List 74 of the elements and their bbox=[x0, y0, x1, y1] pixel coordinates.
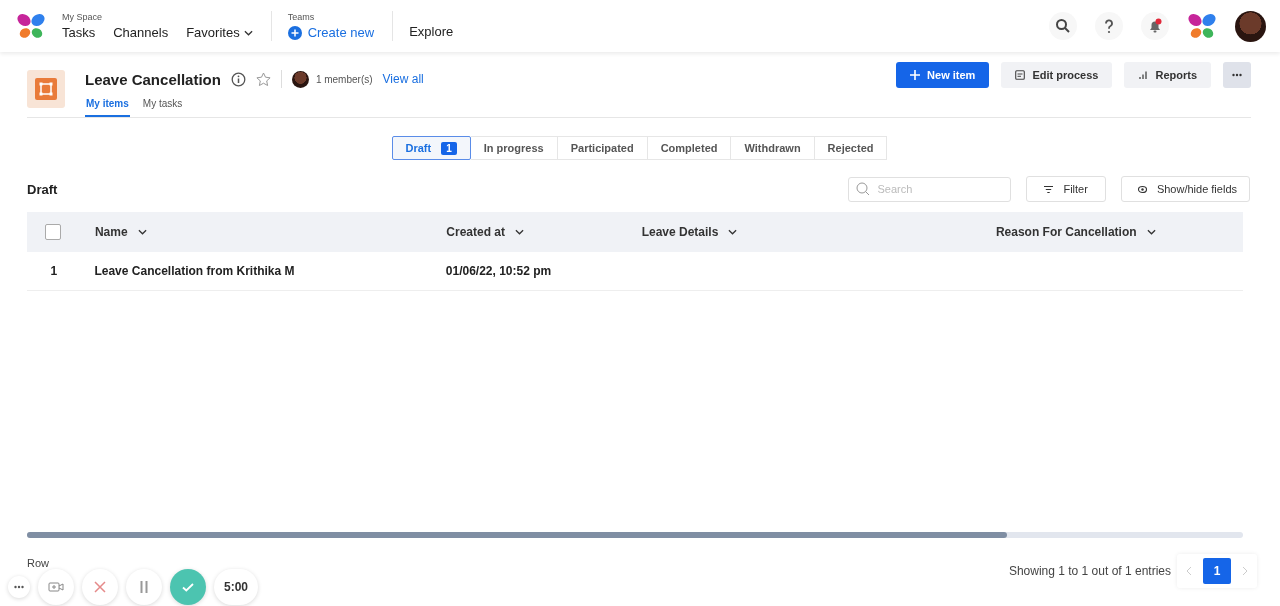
filter-button[interactable]: Filter bbox=[1026, 176, 1106, 202]
star-icon[interactable] bbox=[255, 71, 271, 87]
reports-button[interactable]: Reports bbox=[1124, 62, 1211, 88]
chevron-down-icon bbox=[137, 229, 147, 235]
chevron-down-icon bbox=[1146, 229, 1156, 235]
rows-per-page-label: Row bbox=[27, 557, 49, 569]
close-icon bbox=[92, 579, 108, 595]
entries-summary: Showing 1 to 1 out of 1 entries bbox=[1008, 564, 1171, 578]
process-icon bbox=[27, 70, 65, 108]
table-cell: 01/06/22, 10:52 pm bbox=[431, 252, 628, 291]
chevron-down-icon bbox=[728, 229, 738, 235]
info-icon[interactable] bbox=[230, 71, 246, 87]
more-icon bbox=[14, 585, 24, 589]
new-item-button[interactable]: New item bbox=[896, 62, 990, 88]
section-label: My Space bbox=[62, 12, 104, 22]
member-count: 1 member(s) bbox=[315, 73, 373, 85]
app-switcher-logo[interactable] bbox=[1187, 12, 1217, 40]
video-camera-icon bbox=[48, 579, 64, 595]
confirm-button[interactable] bbox=[170, 569, 206, 605]
cancel-button[interactable] bbox=[82, 569, 118, 605]
status-tab[interactable]: Draft 1 bbox=[391, 136, 471, 160]
search-icon bbox=[856, 181, 871, 196]
status-tab[interactable]: Withdrawn bbox=[731, 136, 815, 160]
help-button[interactable] bbox=[1095, 12, 1123, 40]
plus-icon bbox=[910, 70, 921, 80]
column-header[interactable]: Name bbox=[94, 225, 128, 239]
search-field[interactable]: Search bbox=[848, 176, 1012, 202]
plus-circle-icon bbox=[287, 25, 302, 40]
status-tab[interactable]: In progress bbox=[470, 136, 558, 160]
section-label: Teams bbox=[287, 12, 316, 22]
previous-page-icon[interactable] bbox=[1185, 566, 1193, 576]
status-tab[interactable]: Rejected bbox=[814, 136, 888, 160]
chevron-down-icon bbox=[243, 29, 253, 36]
document-icon bbox=[1015, 70, 1026, 80]
status-tab[interactable]: Participated bbox=[557, 136, 648, 160]
chevron-down-icon bbox=[515, 229, 524, 235]
search-icon bbox=[1055, 18, 1071, 34]
filter-icon bbox=[1044, 184, 1054, 194]
more-button[interactable] bbox=[8, 576, 30, 598]
search-button[interactable] bbox=[1049, 12, 1077, 40]
page-button[interactable]: 1 bbox=[1203, 558, 1231, 584]
pause-button[interactable] bbox=[126, 569, 162, 605]
nav-link[interactable]: Favorites bbox=[186, 25, 253, 40]
horizontal-scrollbar[interactable] bbox=[27, 532, 1243, 538]
user-avatar[interactable] bbox=[1235, 10, 1266, 42]
column-header[interactable]: Created at bbox=[446, 225, 505, 239]
more-button[interactable] bbox=[1223, 62, 1251, 88]
next-page-icon[interactable] bbox=[1241, 566, 1249, 576]
table-cell[interactable]: Leave Cancellation from Krithika M bbox=[80, 252, 432, 291]
section-title: Draft bbox=[27, 181, 58, 197]
show-hide-fields-button[interactable]: Show/hide fields bbox=[1120, 176, 1250, 202]
recording-timer: 5:00 bbox=[214, 569, 259, 605]
camera-button[interactable] bbox=[38, 569, 74, 605]
process-title: Leave Cancellation bbox=[85, 70, 221, 88]
nav-link[interactable]: Explore bbox=[409, 23, 454, 39]
create-new-link[interactable]: Create new bbox=[287, 25, 375, 40]
column-header[interactable]: Leave Details bbox=[641, 225, 719, 239]
nav-link[interactable]: Channels bbox=[113, 25, 169, 40]
view-tab[interactable]: My tasks bbox=[141, 96, 184, 117]
status-tab[interactable]: Completed bbox=[647, 136, 732, 160]
column-header[interactable]: Reason For Cancellation bbox=[995, 225, 1137, 239]
notifications-button[interactable] bbox=[1141, 12, 1169, 40]
select-all-checkbox[interactable] bbox=[45, 224, 62, 240]
edit-process-button[interactable]: Edit process bbox=[1001, 62, 1113, 88]
view-tab[interactable]: My items bbox=[85, 96, 130, 117]
bar-chart-icon bbox=[1138, 70, 1149, 80]
app-logo[interactable] bbox=[16, 12, 46, 40]
bell-icon bbox=[1147, 18, 1163, 34]
eye-icon bbox=[1137, 184, 1147, 194]
row-number: 1 bbox=[27, 252, 81, 291]
view-all-link[interactable]: View all bbox=[382, 72, 424, 86]
count-badge: 1 bbox=[441, 141, 457, 155]
member-avatar bbox=[291, 70, 309, 88]
nav-link[interactable]: Tasks bbox=[62, 25, 96, 40]
